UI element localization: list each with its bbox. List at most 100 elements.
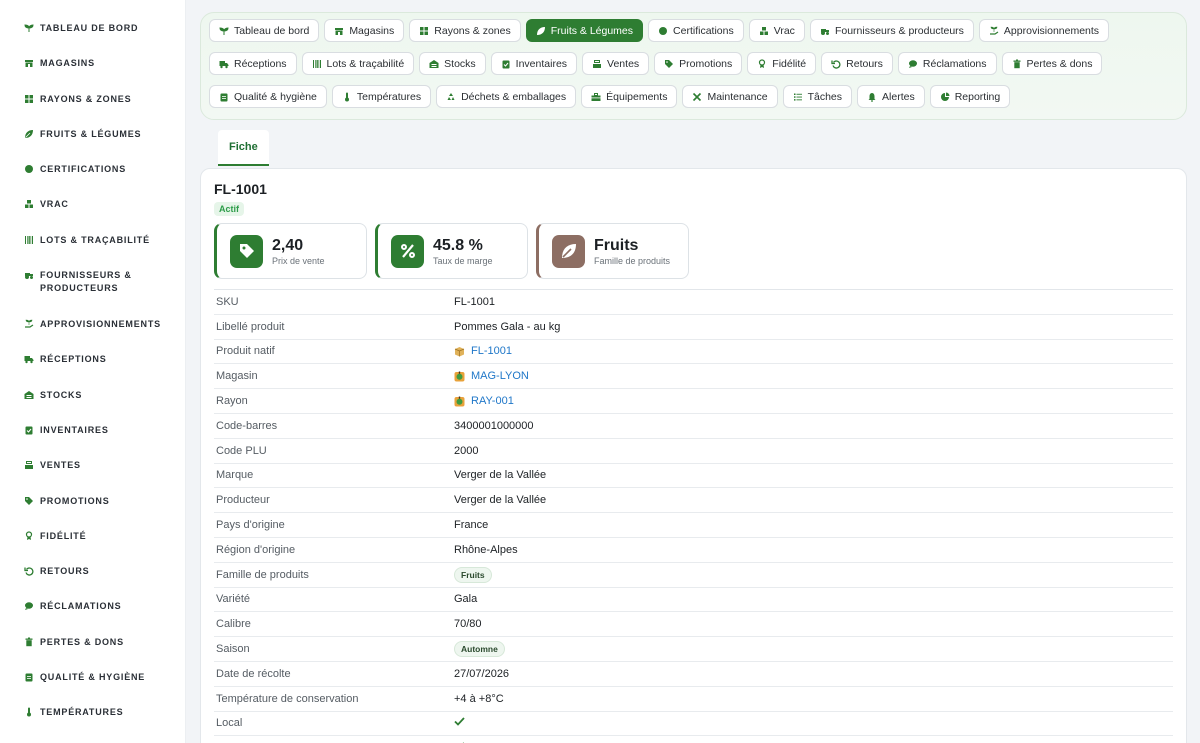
sidebar-item[interactable]: Stocks xyxy=(0,370,185,405)
sidebar-item[interactable]: Fournisseurs & producteurs xyxy=(0,250,185,299)
property-key: Local xyxy=(216,717,243,730)
nav-chip-label: Fournisseurs & producteurs xyxy=(834,24,964,37)
sidebar: Tableau de bord Magasins Rayons & zones Fru… xyxy=(0,0,186,743)
sidebar-item[interactable]: Promotions xyxy=(0,476,185,511)
property-key: Saison xyxy=(216,643,250,656)
clipboard-check-icon xyxy=(501,59,511,69)
sidebar-item[interactable]: Réclamations xyxy=(0,581,185,616)
nav-chip[interactable]: Rayons & zones xyxy=(409,19,521,42)
sidebar-item[interactable]: Certifications xyxy=(0,144,185,179)
nav-chip[interactable]: Déchets & emballages xyxy=(436,85,577,108)
sidebar-item-label: Fidélité xyxy=(40,530,87,541)
nav-chip[interactable]: Maintenance xyxy=(682,85,778,108)
sidebar-item[interactable]: Approvisionnements xyxy=(0,299,185,334)
nav-chip[interactable]: Tâches xyxy=(782,85,853,108)
grid-icon xyxy=(24,94,34,104)
sidebar-item[interactable]: Magasins xyxy=(0,38,185,73)
sidebar-item[interactable]: Fidélité xyxy=(0,511,185,546)
property-link[interactable]: RAY-001 xyxy=(471,395,514,407)
nav-chip-label: Rayons & zones xyxy=(434,24,511,37)
nav-chip[interactable]: Réceptions xyxy=(209,52,297,75)
sidebar-item[interactable]: Températures xyxy=(0,687,185,722)
nav-chip[interactable]: Alertes xyxy=(857,85,925,108)
return-icon xyxy=(24,566,34,576)
nav-chip[interactable]: Retours xyxy=(821,52,893,75)
nav-chip-label: Reporting xyxy=(954,90,1001,103)
nav-chip[interactable]: Magasins xyxy=(324,19,405,42)
property-row: Variété Gala xyxy=(214,588,1173,613)
nav-chip[interactable]: Températures xyxy=(331,85,432,108)
property-link[interactable]: FL-1001 xyxy=(471,345,512,357)
nav-chip-label: Réceptions xyxy=(234,57,287,70)
sidebar-item[interactable]: Rayons & zones xyxy=(0,74,185,109)
recycle-icon xyxy=(446,92,456,102)
sidebar-item[interactable]: Ventes xyxy=(0,440,185,475)
property-value: FL-1001 xyxy=(454,295,495,308)
sidebar-item[interactable]: Lots & traçabilité xyxy=(0,215,185,250)
nav-chip[interactable]: Réclamations xyxy=(897,52,997,75)
sidebar-item[interactable]: Tableau de bord xyxy=(0,3,185,38)
nav-chip[interactable]: Pertes & dons xyxy=(1001,52,1103,75)
sidebar-item[interactable]: Qualité & hygiène xyxy=(0,652,185,687)
sidebar-item[interactable]: Pertes & dons xyxy=(0,617,185,652)
boxes-icon xyxy=(759,26,769,36)
nav-chip[interactable]: Vrac xyxy=(748,19,805,42)
property-key: Région d'origine xyxy=(216,543,296,556)
nav-chip-label: Retours xyxy=(846,57,883,70)
property-value-cell: FL-1001 xyxy=(454,345,512,357)
sprout-icon xyxy=(24,23,34,33)
nav-chip-label: Maintenance xyxy=(707,90,768,103)
nav-chip-label: Alertes xyxy=(882,90,915,103)
stat-card: 2,40 Prix de vente xyxy=(214,223,367,279)
nav-chip-label: Vrac xyxy=(773,24,795,37)
sidebar-item-label: Fournisseurs & producteurs xyxy=(40,270,132,294)
nav-chip-label: Températures xyxy=(356,90,422,103)
nav-chip[interactable]: Approvisionnements xyxy=(978,19,1110,42)
property-row: Libellé produit Pommes Gala - au kg xyxy=(214,315,1173,340)
nav-chip[interactable]: Ventes xyxy=(582,52,650,75)
sidebar-item-label: Pertes & dons xyxy=(40,636,124,647)
property-key: Variété xyxy=(216,593,251,606)
nav-chip[interactable]: Fournisseurs & producteurs xyxy=(809,19,974,42)
nav-chip[interactable]: Fidélité xyxy=(747,52,817,75)
property-key: Magasin xyxy=(216,370,258,383)
property-row: Rayon RAY-001 xyxy=(214,389,1173,414)
property-table: SKU FL-1001 Libellé produit Pommes Gala - a… xyxy=(214,289,1173,743)
property-key: Date de récolte xyxy=(216,667,291,680)
sidebar-item-label: Approvisionnements xyxy=(40,319,161,330)
stat-cards: 2,40 Prix de vente 45.8 % Taux de marge Frui… xyxy=(214,223,1173,279)
property-row: Calibre 70/80 xyxy=(214,612,1173,638)
sidebar-item-label: Certifications xyxy=(40,164,127,175)
nav-chip[interactable]: Stocks xyxy=(419,52,486,75)
nav-chip[interactable]: Reporting xyxy=(929,85,1011,108)
property-value: Pommes Gala - au kg xyxy=(454,320,561,333)
nav-chip[interactable]: Inventaires xyxy=(490,52,578,75)
property-row: Saison Automne xyxy=(214,637,1173,662)
barcode-icon xyxy=(312,59,322,69)
property-value-cell xyxy=(454,716,465,730)
sidebar-item-label: Ventes xyxy=(40,460,81,471)
sidebar-item[interactable]: Vrac xyxy=(0,179,185,214)
cash-register-icon xyxy=(24,460,34,470)
property-row: Produit natif FL-1001 xyxy=(214,340,1173,365)
leaf-icon xyxy=(536,26,546,36)
nav-chip[interactable]: Certifications xyxy=(648,19,744,42)
sidebar-item[interactable]: Réceptions xyxy=(0,334,185,369)
boxes-icon xyxy=(24,199,34,209)
nav-chip[interactable]: Qualité & hygiène xyxy=(209,85,327,108)
sidebar-item[interactable]: Retours xyxy=(0,546,185,581)
nav-chip[interactable]: Tableau de bord xyxy=(209,19,320,42)
nav-chip[interactable]: Équipements xyxy=(581,85,678,108)
nav-chip[interactable]: Promotions xyxy=(654,52,743,75)
property-link[interactable]: MAG-LYON xyxy=(471,370,529,382)
property-value: 2000 xyxy=(454,444,479,457)
tab-fiche[interactable]: Fiche xyxy=(218,130,269,166)
award-icon xyxy=(24,531,34,541)
nav-chip[interactable]: Fruits & Légumes xyxy=(525,19,644,42)
nav-chip[interactable]: Lots & traçabilité xyxy=(301,52,415,75)
sidebar-item[interactable]: Inventaires xyxy=(0,405,185,440)
property-key: Température de conservation xyxy=(216,692,359,705)
clipboard-check-icon xyxy=(24,425,34,435)
sidebar-item[interactable]: Fruits & Légumes xyxy=(0,109,185,144)
property-value: 70/80 xyxy=(454,618,482,631)
